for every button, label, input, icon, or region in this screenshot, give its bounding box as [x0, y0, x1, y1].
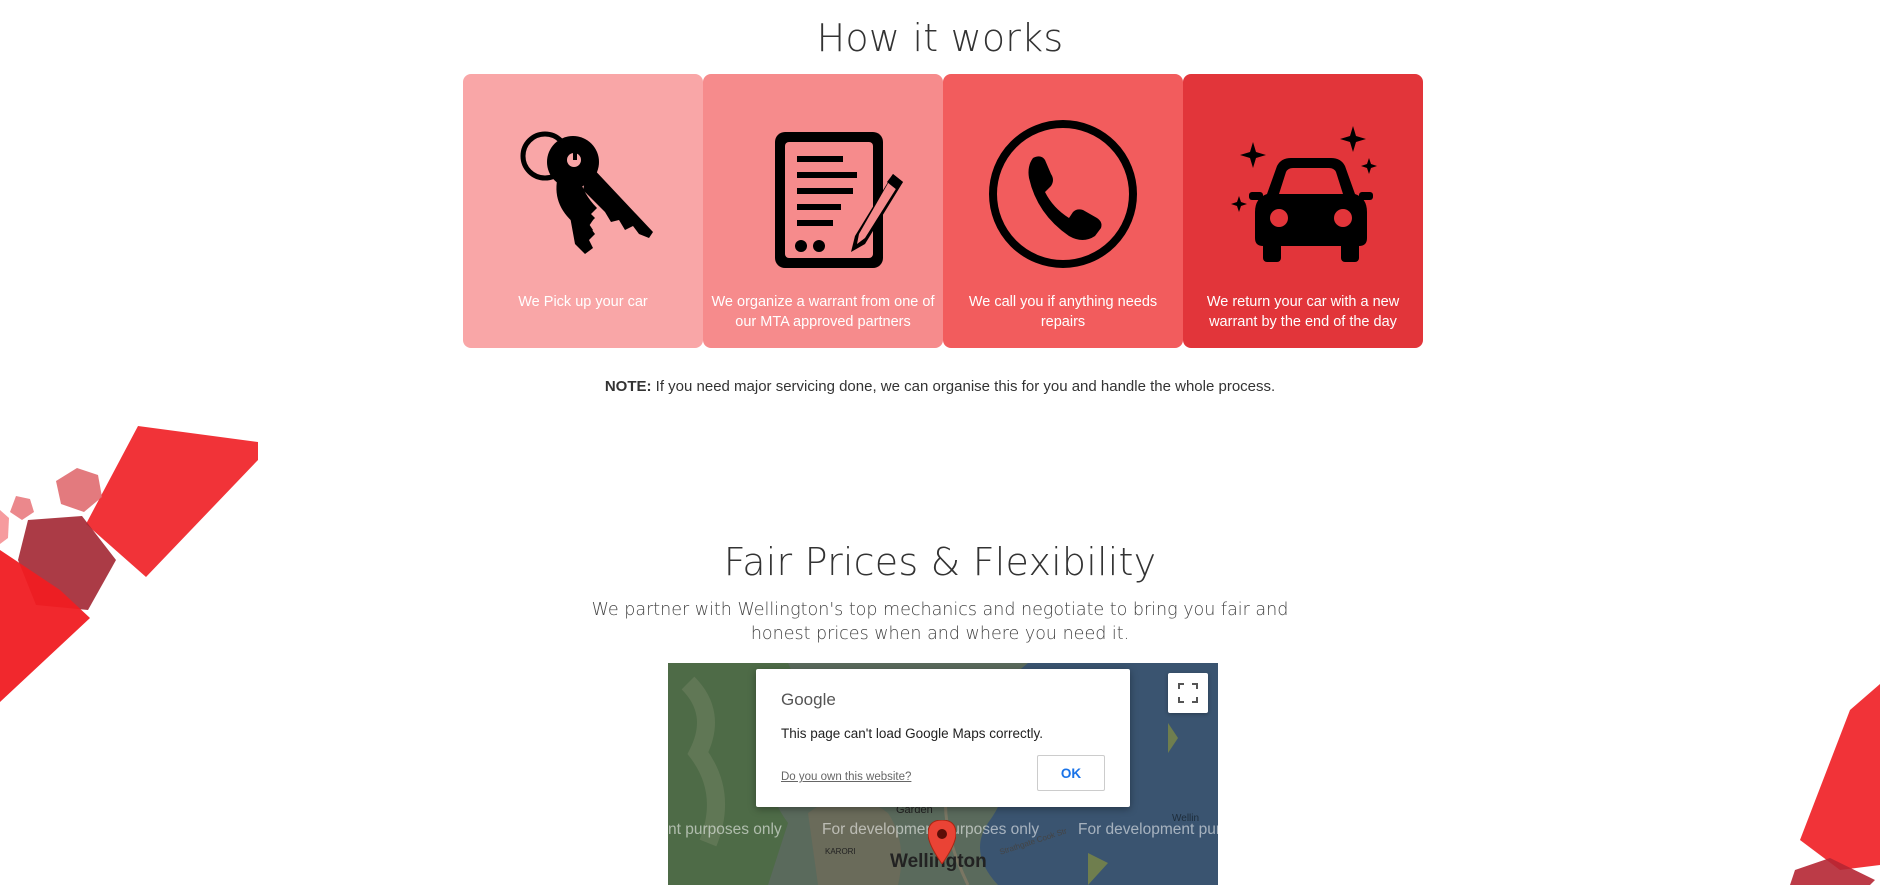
step-caption: We call you if anything needs repairs [968, 294, 1158, 330]
map-label-karori: KARORI [825, 847, 856, 856]
map-label-welling: Wellin [1172, 813, 1200, 824]
decorative-shapes-right [1790, 684, 1880, 885]
fullscreen-icon [1178, 683, 1198, 703]
google-map[interactable]: nt purposes only For development purpose… [668, 663, 1218, 885]
step-caption: We return your car with a new warrant by… [1206, 294, 1400, 330]
phone-icon [989, 120, 1137, 268]
keys-icon [520, 131, 653, 254]
note-text: If you need major servicing done, we can… [651, 378, 1276, 395]
servicing-note: NOTE: If you need major servicing done, … [0, 378, 1880, 395]
map-pin-icon[interactable] [928, 820, 956, 864]
clean-car-icon [1231, 126, 1377, 262]
step-caption: We Pick up your car [518, 294, 648, 310]
dev-watermark: nt purposes only [668, 821, 782, 838]
how-it-works-title: How it works [816, 16, 1064, 60]
step-card-call: We call you if anything needs repairs [943, 74, 1183, 348]
fullscreen-button[interactable] [1168, 673, 1208, 713]
maps-error-message: This page can't load Google Maps correct… [781, 726, 1043, 741]
step-caption: We organize a warrant from one of our MT… [711, 294, 935, 330]
own-website-link[interactable]: Do you own this website? [781, 771, 911, 783]
document-icon [775, 132, 903, 268]
google-logo: Google [781, 690, 836, 709]
step-card-return: We return your car with a new warrant by… [1183, 74, 1423, 348]
step-card-pickup: We Pick up your car [463, 74, 703, 348]
steps-grid: We Pick up your car We organize a warran… [463, 74, 1423, 348]
fair-prices-subtitle: We partner with Wellington's top mechani… [591, 600, 1289, 644]
fair-prices-title: Fair Prices & Flexibility [723, 540, 1157, 584]
step-card-warrant: We organize a warrant from one of our MT… [703, 74, 943, 348]
note-label: NOTE: [604, 378, 652, 395]
ok-button[interactable]: OK [1037, 755, 1105, 791]
maps-error-dialog: Google This page can't load Google Maps … [756, 669, 1130, 807]
